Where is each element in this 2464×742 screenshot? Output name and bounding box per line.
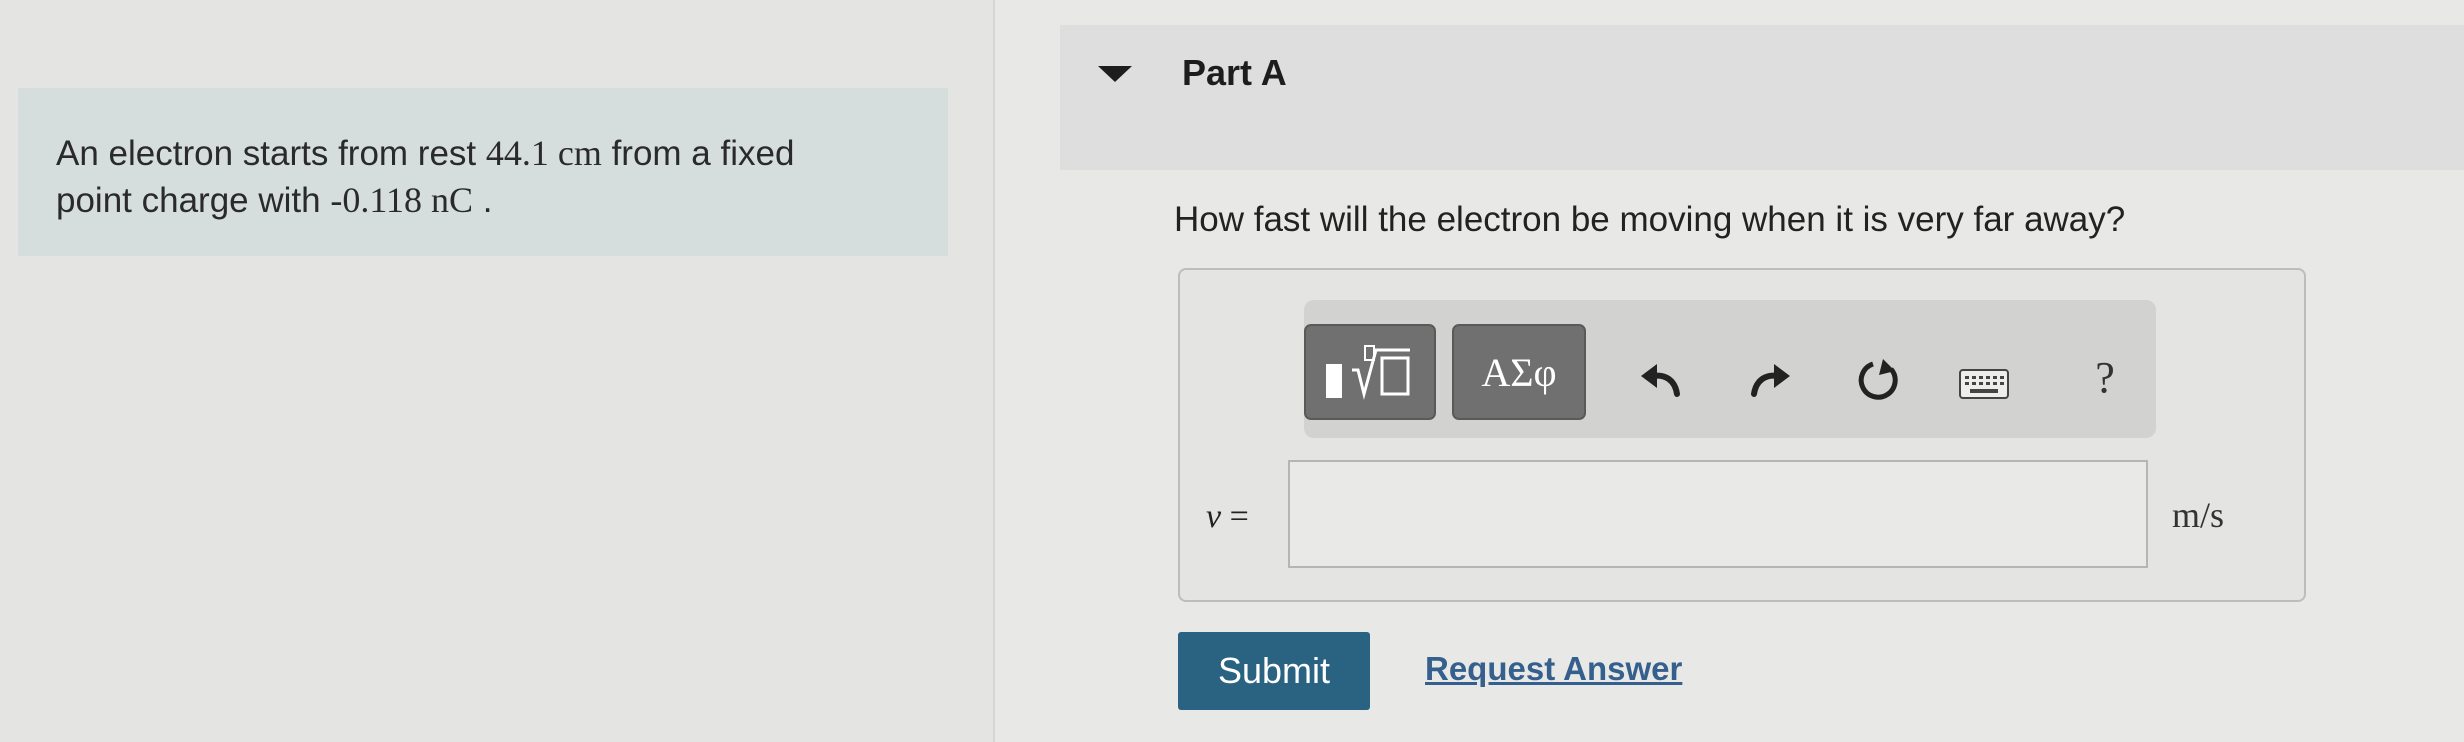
part-header[interactable]: [1060, 25, 2464, 170]
submit-button[interactable]: Submit: [1178, 632, 1370, 710]
problem-line-1: An electron starts from rest 44.1 cm fro…: [56, 130, 910, 177]
problem-text: point charge with: [56, 181, 331, 220]
templates-button[interactable]: [1304, 324, 1436, 420]
help-icon[interactable]: ?: [2080, 352, 2130, 402]
equals-sign: =: [1221, 498, 1249, 535]
problem-text: from a fixed: [601, 134, 795, 173]
variable-label: v =: [1206, 498, 1249, 536]
distance-value: 44.1 cm: [485, 133, 602, 173]
undo-icon[interactable]: [1636, 355, 1686, 405]
answer-input[interactable]: [1288, 460, 2148, 568]
request-answer-link[interactable]: Request Answer: [1425, 650, 1682, 688]
redo-icon[interactable]: [1745, 355, 1795, 405]
templates-icon: [1326, 345, 1410, 400]
charge-value: -0.118 nC: [330, 180, 473, 220]
problem-statement: An electron starts from rest 44.1 cm fro…: [18, 88, 948, 256]
problem-line-2: point charge with -0.118 nC .: [56, 177, 910, 224]
variable-symbol: v: [1206, 498, 1222, 535]
question-text: How fast will the electron be moving whe…: [1174, 200, 2126, 239]
part-title: Part A: [1182, 52, 1287, 93]
unit-label: m/s: [2172, 495, 2225, 535]
problem-text: .: [473, 181, 493, 220]
keyboard-icon[interactable]: [1958, 368, 2010, 400]
reset-icon[interactable]: [1853, 355, 1903, 405]
symbols-button[interactable]: ΑΣφ: [1452, 324, 1586, 420]
caret-down-icon[interactable]: [1098, 66, 1132, 82]
problem-text: An electron starts from rest: [56, 134, 486, 173]
